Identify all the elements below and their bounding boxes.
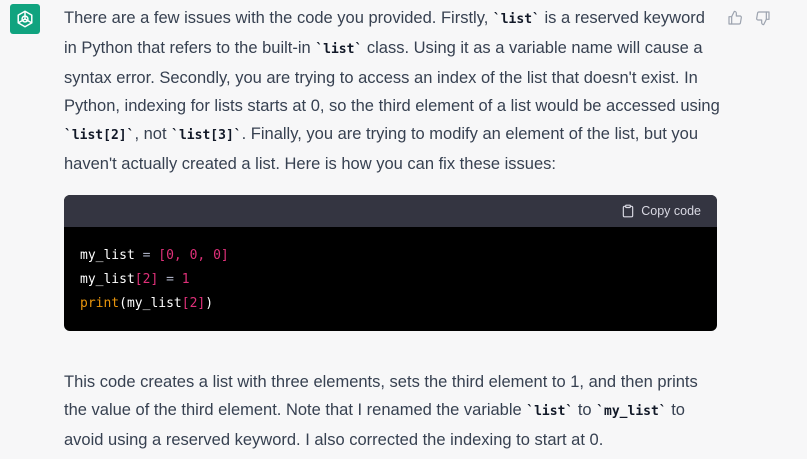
openai-logo-icon xyxy=(17,10,33,28)
thumbs-down-button[interactable] xyxy=(753,8,773,28)
inline-code-list: `list` xyxy=(492,12,540,27)
code-line: my_list[2] = 1 xyxy=(80,268,701,292)
outro-paragraph: This code creates a list with three elem… xyxy=(64,368,720,454)
code-variable: my_list xyxy=(80,272,135,287)
inline-code-list-class: `list` xyxy=(315,42,363,57)
code-block-header: Copy code xyxy=(64,195,717,227)
code-index: [2] xyxy=(181,296,206,311)
assistant-message-outro: This code creates a list with three elem… xyxy=(64,368,720,454)
clipboard-icon xyxy=(622,204,634,218)
code-line: print(my_list[2]) xyxy=(80,292,701,316)
outro-text-2: to xyxy=(573,401,597,419)
inline-code-my-list: `my_list` xyxy=(596,404,667,419)
thumbs-up-icon xyxy=(728,10,742,25)
code-operator: = xyxy=(134,248,159,263)
inline-code-list-index-3: `list[3]` xyxy=(171,128,242,143)
code-block: Copy code my_list = [0, 0, 0] my_list[2] … xyxy=(64,195,717,331)
thumbs-down-icon xyxy=(756,11,770,26)
code-line: my_list = [0, 0, 0] xyxy=(80,244,701,268)
code-paren-close: ) xyxy=(205,296,214,311)
assistant-message-intro: There are a few issues with the code you… xyxy=(64,4,720,178)
code-number: 1 xyxy=(181,272,190,287)
copy-code-button[interactable]: Copy code xyxy=(621,204,701,218)
inline-code-list-index-2: `list[2]` xyxy=(64,128,135,143)
intro-text-1: There are a few issues with the code you… xyxy=(64,9,493,27)
feedback-controls xyxy=(725,8,773,28)
code-function: print xyxy=(80,296,120,311)
intro-text-4: , not xyxy=(134,125,172,143)
code-operator: = xyxy=(158,272,182,287)
inline-code-list: `list` xyxy=(526,404,574,419)
copy-code-label: Copy code xyxy=(641,204,701,218)
code-variable: my_list xyxy=(80,248,135,263)
intro-paragraph: There are a few issues with the code you… xyxy=(64,4,720,178)
thumbs-up-button[interactable] xyxy=(725,8,745,28)
assistant-avatar xyxy=(10,4,40,34)
code-paren-open: ( xyxy=(119,296,127,311)
code-content: my_list = [0, 0, 0] my_list[2] = 1 print(m… xyxy=(64,227,717,316)
code-list-literal: [0, 0, 0] xyxy=(158,248,229,263)
code-index: [2] xyxy=(134,272,159,287)
code-variable: my_list xyxy=(126,296,182,311)
